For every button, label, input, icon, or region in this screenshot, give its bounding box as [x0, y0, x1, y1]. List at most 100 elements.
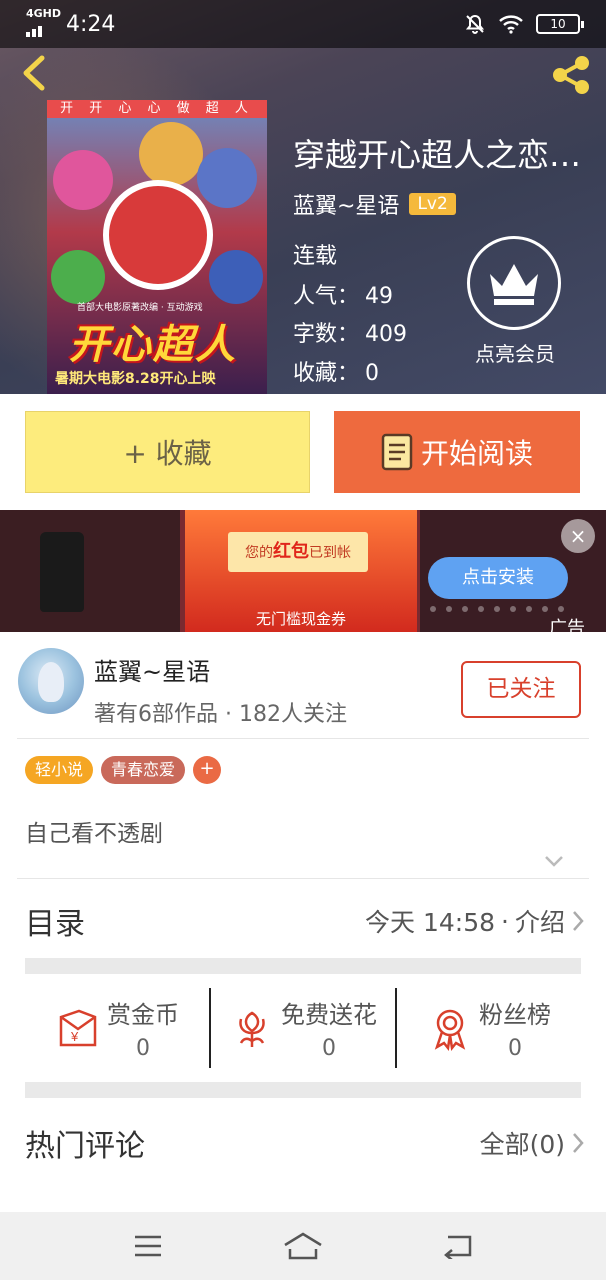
vip-member-button[interactable]: 点亮会员: [467, 236, 563, 367]
chevron-right-icon: [573, 911, 584, 931]
catalog-meta: 今天 14:58 · 介绍: [365, 903, 585, 939]
section-separator: [25, 958, 581, 974]
popularity-value: 49: [365, 284, 394, 309]
menu-icon: [134, 1235, 161, 1257]
ad-banner[interactable]: 您的红包已到帐 无门槛现金券 点击安装 × 广告: [0, 510, 606, 632]
cover-character: [53, 150, 113, 210]
back-button[interactable]: [14, 52, 54, 94]
cover-top-text: 开 开 心 心 做 超 人: [47, 100, 267, 118]
catalog-row[interactable]: 目录 今天 14:58 · 介绍: [25, 898, 585, 944]
share-button[interactable]: [548, 52, 594, 98]
cover-character: [209, 250, 263, 304]
author-card-name[interactable]: 蓝翼~星语: [94, 652, 210, 687]
cover-logo: 开心超人: [69, 322, 237, 368]
reward-bar: ¥ 赏金币 0 免费送花 0 粉丝榜 0: [25, 988, 581, 1068]
divider: [17, 878, 589, 879]
cover-release: 暑期大电影8.28开心上映: [55, 371, 216, 387]
words-value: 409: [365, 322, 408, 347]
system-nav-bar: [0, 1212, 606, 1280]
flower-icon: [239, 1011, 265, 1047]
level-badge: Lv2: [409, 193, 456, 215]
fan-ranking-button[interactable]: 粉丝榜 0: [395, 988, 581, 1068]
book-title: 穿越开心超人之恋…: [293, 136, 582, 174]
vip-label: 点亮会员: [475, 342, 555, 366]
author-avatar[interactable]: [18, 648, 84, 714]
start-reading-button[interactable]: 开始阅读: [334, 411, 580, 493]
back-nav-button[interactable]: [433, 1226, 483, 1266]
all-comments-label: 全部(0): [479, 1130, 565, 1159]
ad-boot-image: [40, 532, 84, 612]
favorites-value: 0: [365, 361, 380, 386]
reward-coins-button[interactable]: ¥ 赏金币 0: [25, 988, 209, 1068]
battery-level: 10: [550, 17, 566, 31]
popularity-stat: 人气： 49: [293, 278, 393, 310]
cover-character: [197, 148, 257, 208]
ad-pager: [430, 606, 564, 612]
words-stat: 字数： 409: [293, 316, 407, 348]
cover-character: [139, 122, 203, 186]
reward-name: 粉丝榜: [479, 1001, 551, 1029]
network-indicator: 4GHD: [26, 8, 61, 39]
all-comments-link[interactable]: 全部(0): [480, 1125, 585, 1161]
ad-coupon-text: 无门槛现金券: [255, 610, 346, 628]
follow-button[interactable]: 已关注: [461, 661, 581, 718]
chevron-right-icon: [573, 1133, 584, 1153]
silent-bell-icon: [465, 14, 485, 34]
catalog-separator: ·: [501, 906, 509, 936]
chevron-left-icon: [23, 55, 45, 91]
crown-icon: [490, 264, 538, 305]
signal-icon: [26, 26, 42, 37]
book-intro: 自己看不透剧: [25, 821, 163, 847]
tag-youth-romance[interactable]: 青春恋爱: [101, 756, 186, 784]
return-icon: [444, 1235, 472, 1259]
reward-value: 0: [322, 1036, 336, 1061]
network-label: 4GHD: [26, 7, 62, 20]
vip-ring: [467, 236, 561, 330]
reward-name: 免费送花: [281, 1001, 377, 1029]
home-button[interactable]: [278, 1226, 328, 1266]
medal-icon: [434, 1009, 466, 1051]
menu-button[interactable]: [123, 1226, 173, 1266]
share-icon: [553, 56, 589, 94]
tag-list: 轻小说 青春恋爱 +: [25, 756, 222, 784]
section-separator: [25, 1082, 581, 1098]
cover-character: [51, 250, 105, 304]
wifi-icon: [499, 15, 523, 34]
reward-value: 0: [136, 1036, 150, 1061]
cover-character: [103, 180, 213, 290]
popularity-label: 人气：: [293, 284, 360, 309]
collect-button[interactable]: + 收藏: [25, 411, 310, 493]
red-envelope-icon: ¥: [59, 1009, 97, 1047]
catalog-label: 目录: [25, 907, 85, 942]
author-stats: 著有6部作品 · 182人关注: [94, 702, 347, 727]
book-details: 蓝翼~星语 著有6部作品 · 182人关注 已关注 轻小说 青春恋爱 + 自己看…: [0, 632, 606, 1212]
catalog-updated: 今天 14:58: [365, 908, 496, 937]
words-label: 字数：: [293, 322, 360, 347]
book-header: 4GHD 4:24 10 开 开 心 心 做 超 人 首部大电影原著改编 · 互…: [0, 0, 606, 394]
tag-light-novel[interactable]: 轻小说: [25, 756, 94, 784]
book-cover[interactable]: 开 开 心 心 做 超 人 首部大电影原著改编 · 互动游戏 开心超人 暑期大电…: [47, 100, 267, 394]
send-flower-button[interactable]: 免费送花 0: [209, 988, 395, 1068]
status-bar: 4GHD 4:24 10: [0, 0, 606, 48]
clock: 4:24: [66, 11, 116, 37]
reward-name: 赏金币: [107, 1001, 179, 1029]
hot-comments-label: 热门评论: [25, 1129, 145, 1164]
book-icon: [381, 433, 413, 471]
favorites-label: 收藏：: [293, 361, 360, 386]
battery-indicator: 10: [536, 14, 584, 34]
intro-link[interactable]: 介绍: [515, 903, 565, 939]
author-row[interactable]: 蓝翼~星语 Lv2: [293, 188, 456, 220]
ad-background-left: [0, 510, 180, 632]
hot-comments-row[interactable]: 热门评论 全部(0): [25, 1120, 585, 1166]
add-tag-button[interactable]: +: [193, 756, 222, 784]
author-name[interactable]: 蓝翼~星语: [293, 188, 399, 220]
serial-status: 连载: [293, 244, 338, 269]
chevron-down-icon[interactable]: [544, 854, 564, 868]
ad-message: 您的红包已到帐: [228, 532, 368, 572]
action-bar: + 收藏 开始阅读: [0, 394, 606, 510]
ad-install-button[interactable]: 点击安装: [428, 557, 568, 599]
ad-close-button[interactable]: ×: [561, 519, 595, 553]
ad-label: 广告: [549, 618, 585, 632]
svg-text:¥: ¥: [70, 1029, 79, 1044]
start-reading-label: 开始阅读: [420, 437, 533, 470]
